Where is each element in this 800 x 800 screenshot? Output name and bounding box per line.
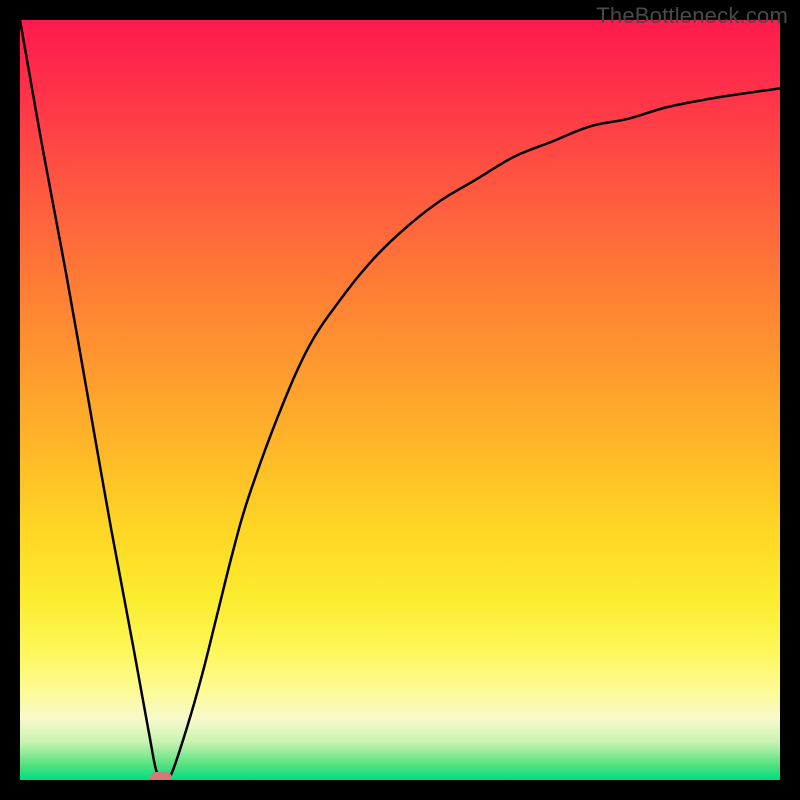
bottleneck-marker-icon bbox=[150, 772, 172, 780]
plot-area bbox=[20, 20, 780, 780]
bottleneck-curve bbox=[20, 20, 780, 780]
watermark-text: TheBottleneck.com bbox=[596, 3, 788, 29]
chart-frame: TheBottleneck.com bbox=[0, 0, 800, 800]
